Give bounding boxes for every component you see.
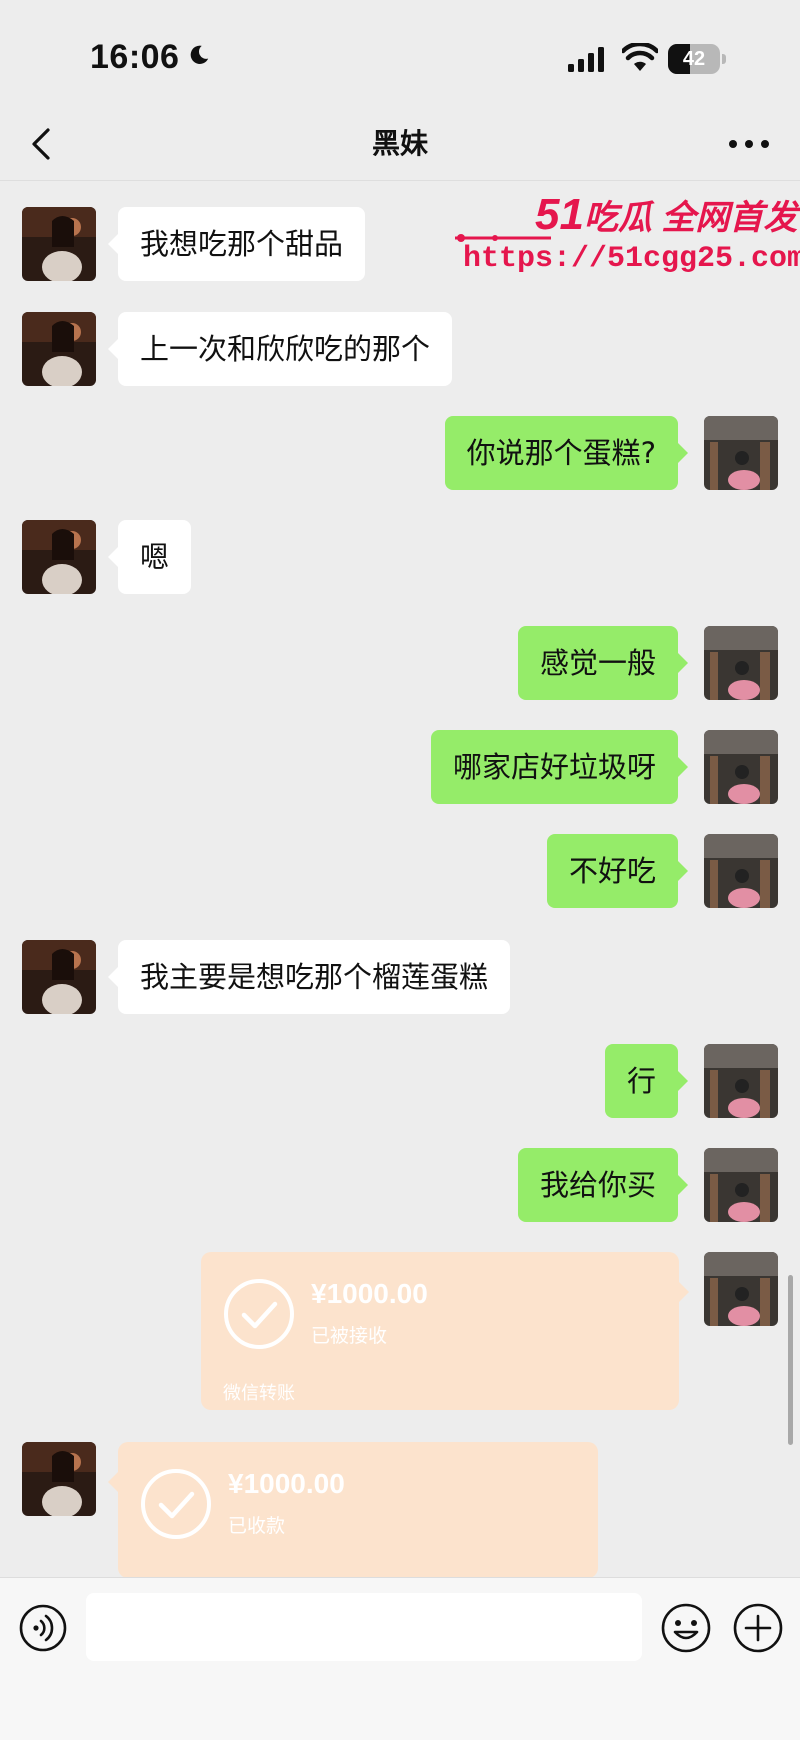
battery-cap — [722, 54, 726, 64]
chat-title: 黑妹 — [371, 127, 428, 160]
message-bubble[interactable]: 感觉一般 — [517, 626, 689, 700]
message-input[interactable] — [86, 1593, 642, 1661]
self-avatar[interactable] — [704, 730, 778, 804]
message-bubble[interactable]: 上一次和欣欣吃的那个 — [107, 312, 453, 386]
scrollbar[interactable] — [788, 1275, 793, 1445]
message-bubble[interactable]: 我主要是想吃那个榴莲蛋糕 — [107, 940, 511, 1014]
cellular-signal-icon — [568, 47, 604, 72]
moon-icon — [190, 45, 209, 64]
message-bubble[interactable]: 行 — [604, 1044, 689, 1118]
status-time: 16:06 — [90, 38, 180, 76]
self-avatar[interactable] — [704, 626, 778, 700]
transfer-amount: ¥1000.00 — [311, 1278, 428, 1309]
transfer-status: 已收款 — [228, 1515, 286, 1537]
message-bubble[interactable]: 你说那个蛋糕? — [444, 416, 689, 490]
message-bubble[interactable]: 嗯 — [107, 520, 192, 594]
self-avatar[interactable] — [704, 416, 778, 490]
self-avatar[interactable] — [704, 1252, 778, 1326]
watermark-url: https://51cgg25.com — [463, 242, 800, 276]
watermark-brand: 51吃瓜 全网首发 — [535, 190, 797, 240]
contact-avatar[interactable] — [22, 207, 96, 281]
contact-avatar[interactable] — [22, 312, 96, 386]
watermark-brand-number: 51 — [535, 190, 584, 239]
watermark-brand-text: 吃瓜 全网首发 — [583, 199, 798, 237]
transfer-card-sent[interactable]: ¥1000.00 已被接收 微信转账 — [201, 1252, 689, 1410]
message-bubble[interactable]: 我想吃那个甜品 — [107, 207, 366, 281]
plus-icon[interactable] — [732, 1602, 784, 1654]
check-circle-icon — [224, 1279, 294, 1349]
contact-avatar[interactable] — [22, 940, 96, 1014]
battery-body: 42 — [668, 44, 720, 74]
message-bubble[interactable]: 不好吃 — [546, 834, 689, 908]
self-avatar[interactable] — [704, 834, 778, 908]
message-bubble[interactable]: 我给你买 — [517, 1148, 689, 1222]
more-dots-icon[interactable] — [728, 134, 770, 154]
battery-indicator: 42 — [668, 44, 728, 74]
message-bubble[interactable]: 哪家店好垃圾呀 — [430, 730, 689, 804]
self-avatar[interactable] — [704, 1044, 778, 1118]
self-avatar[interactable] — [704, 1148, 778, 1222]
contact-avatar[interactable] — [22, 520, 96, 594]
wifi-icon — [622, 43, 658, 71]
transfer-footer: 微信转账 — [223, 1383, 295, 1404]
watermark: 51吃瓜 全网首发 https://51cgg25.com — [455, 182, 800, 282]
transfer-amount: ¥1000.00 — [228, 1468, 345, 1499]
transfer-card-received[interactable]: ¥1000.00 已收款 — [108, 1442, 598, 1578]
status-bar: 16:06 42 — [0, 0, 800, 110]
check-circle-icon — [141, 1469, 211, 1539]
chat-header: 黑妹 — [0, 110, 800, 181]
battery-level: 42 — [682, 48, 706, 70]
emoji-icon[interactable] — [660, 1602, 712, 1654]
contact-avatar[interactable] — [22, 1442, 96, 1516]
input-bar — [0, 1577, 800, 1740]
transfer-status: 已被接收 — [311, 1325, 388, 1347]
voice-icon[interactable] — [18, 1603, 68, 1653]
